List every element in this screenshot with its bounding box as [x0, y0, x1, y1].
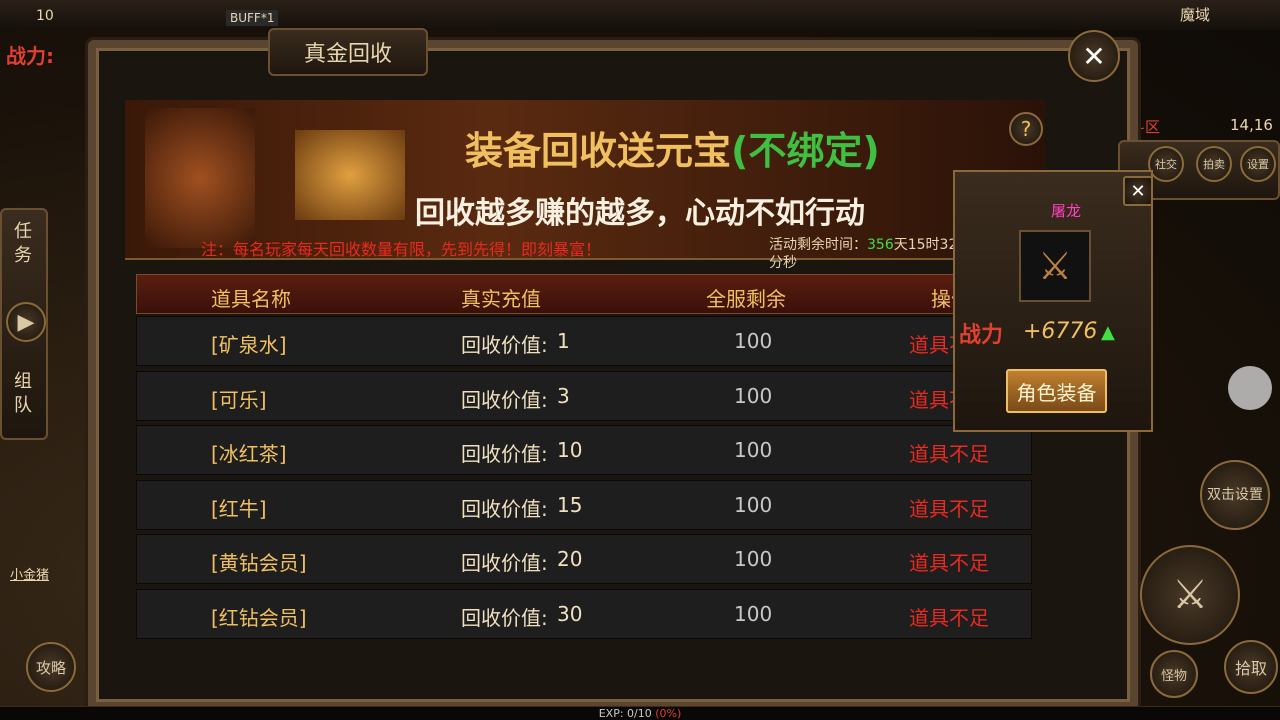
col-remaining: 全服剩余 [706, 287, 786, 311]
banner-title-suffix: (不绑定) [731, 129, 880, 173]
banner-notice: 注：每名玩家每天回收数量有限，先到先得！即刻暴富！ [201, 240, 602, 259]
recycle-value-label: 回收价值: [461, 605, 548, 630]
exp-text: EXP: 0/10 [598, 707, 656, 720]
settings-button[interactable]: 设置 [1240, 146, 1276, 182]
help-icon[interactable]: ? [1009, 112, 1043, 146]
action-status-cell[interactable]: 道具不足 [909, 493, 989, 522]
window-title: 真金回收 [268, 28, 428, 76]
item-name-cell: [可乐] [211, 387, 267, 412]
item-name-cell: [红钻会员] [211, 605, 307, 630]
recycle-value-label: 回收价值: [461, 387, 548, 412]
table-row: [红牛] 回收价值: 15 100 道具不足 [136, 479, 1032, 530]
banner-title: 装备回收送元宝(不绑定) [465, 120, 880, 175]
table-row: [冰红茶] 回收价值: 10 100 道具不足 [136, 425, 1032, 475]
combat-power-label: 战力: [6, 44, 54, 68]
double-click-settings-button[interactable]: 双击设置 [1200, 460, 1270, 530]
remaining-cell: 100 [734, 547, 773, 571]
recycle-value-label: 回收价值: [461, 551, 548, 575]
remaining-cell: 100 [734, 601, 773, 626]
table-row: [可乐] 回收价值: 3 100 道具不足 [136, 370, 1032, 421]
col-recharge: 真实充值 [461, 287, 541, 311]
exp-percent: (0%) [655, 707, 682, 720]
character-equipment-button[interactable]: 角色装备 [1006, 369, 1107, 413]
countdown-days: 356 [867, 237, 894, 253]
countdown-label: 活动剩余时间： [769, 237, 867, 253]
gold-treasure-artwork [295, 130, 405, 220]
table-row: [黄钻会员] 回收价值: 20 100 道具不足 [136, 534, 1032, 584]
col-item-name: 道具名称 [211, 287, 291, 311]
auction-button[interactable]: 拍卖 [1196, 146, 1232, 182]
recycle-value-label: 回收价值: [461, 333, 548, 357]
action-status-cell[interactable]: 道具不足 [909, 602, 989, 631]
buff-badge: BUFF*1 [226, 10, 279, 26]
recycle-value-cell: 15 [557, 492, 583, 517]
item-name-cell: [黄钻会员] [211, 551, 307, 575]
social-button[interactable]: 社交 [1148, 146, 1184, 182]
recycle-value-cell: 1 [557, 329, 570, 353]
exp-bar: EXP: 0/10 (0%) [0, 706, 1280, 720]
up-arrow-icon: ▲ [1101, 322, 1115, 343]
item-name-cell: [红牛] [211, 496, 267, 521]
recycle-value-label: 回收价值: [461, 442, 548, 466]
table-row: [红钻会员] 回收价值: 30 100 道具不足 [136, 588, 1032, 639]
recycle-value-label: 回收价值: [461, 496, 548, 521]
remaining-cell: 100 [734, 492, 773, 517]
attack-sword-icon[interactable]: ⚔ [1140, 545, 1240, 645]
map-name: 魔域 [1180, 6, 1211, 24]
warrior-artwork [145, 108, 255, 248]
power-value: +6776 [1023, 319, 1098, 344]
recycle-value-cell: 30 [557, 601, 583, 626]
table-row: [矿泉水] 回收价值: 1 100 道具不足 [136, 316, 1032, 366]
recycle-value-cell: 3 [557, 383, 570, 408]
guide-button[interactable]: 攻略 [26, 642, 76, 692]
item-name-cell: [矿泉水] [211, 333, 287, 357]
pickup-button[interactable]: 拾取 [1224, 640, 1278, 694]
banner-title-text: 装备回收送元宝 [465, 129, 732, 173]
banner-subtitle: 回收越多赚的越多，心动不如行动 [415, 196, 865, 231]
item-name: 屠龙 [1051, 202, 1082, 220]
task-tab[interactable]: 任务 [14, 220, 38, 268]
monster-button[interactable]: 怪物 [1150, 650, 1198, 698]
power-label: 战力 [959, 323, 1004, 348]
collapse-arrow-icon[interactable]: ▶ [6, 302, 46, 342]
team-tab[interactable]: 组队 [14, 370, 38, 418]
action-status-cell[interactable]: 道具不足 [909, 547, 989, 576]
remaining-cell: 100 [734, 329, 773, 353]
floating-assist-icon[interactable] [1228, 366, 1272, 410]
coords-text: 14,16 [1230, 116, 1273, 134]
action-status-cell[interactable]: 道具不足 [909, 438, 989, 467]
top-status-bar: 10 BUFF*1 魔域 [0, 0, 1280, 30]
popup-close-icon[interactable]: ✕ [1123, 176, 1153, 206]
level-text: 10 [36, 8, 54, 24]
left-side-panel: 任务 ▶ 组队 [0, 208, 48, 440]
event-banner: 装备回收送元宝(不绑定) 回收越多赚的越多，心动不如行动 注：每名玩家每天回收数… [125, 100, 1045, 271]
sword-icon: ⚔ [1019, 230, 1091, 302]
table-header: 道具名称 真实充值 全服剩余 操作 [136, 274, 1032, 314]
recycle-value-cell: 20 [557, 547, 583, 571]
countdown: 活动剩余时间：356天15时32分秒 [769, 236, 959, 272]
close-icon[interactable]: ✕ [1068, 30, 1120, 82]
recycle-value-cell: 10 [557, 438, 583, 462]
player-name: 小金猪 [10, 568, 50, 583]
remaining-cell: 100 [734, 438, 773, 462]
item-name-cell: [冰红茶] [211, 442, 287, 466]
remaining-cell: 100 [734, 383, 773, 408]
